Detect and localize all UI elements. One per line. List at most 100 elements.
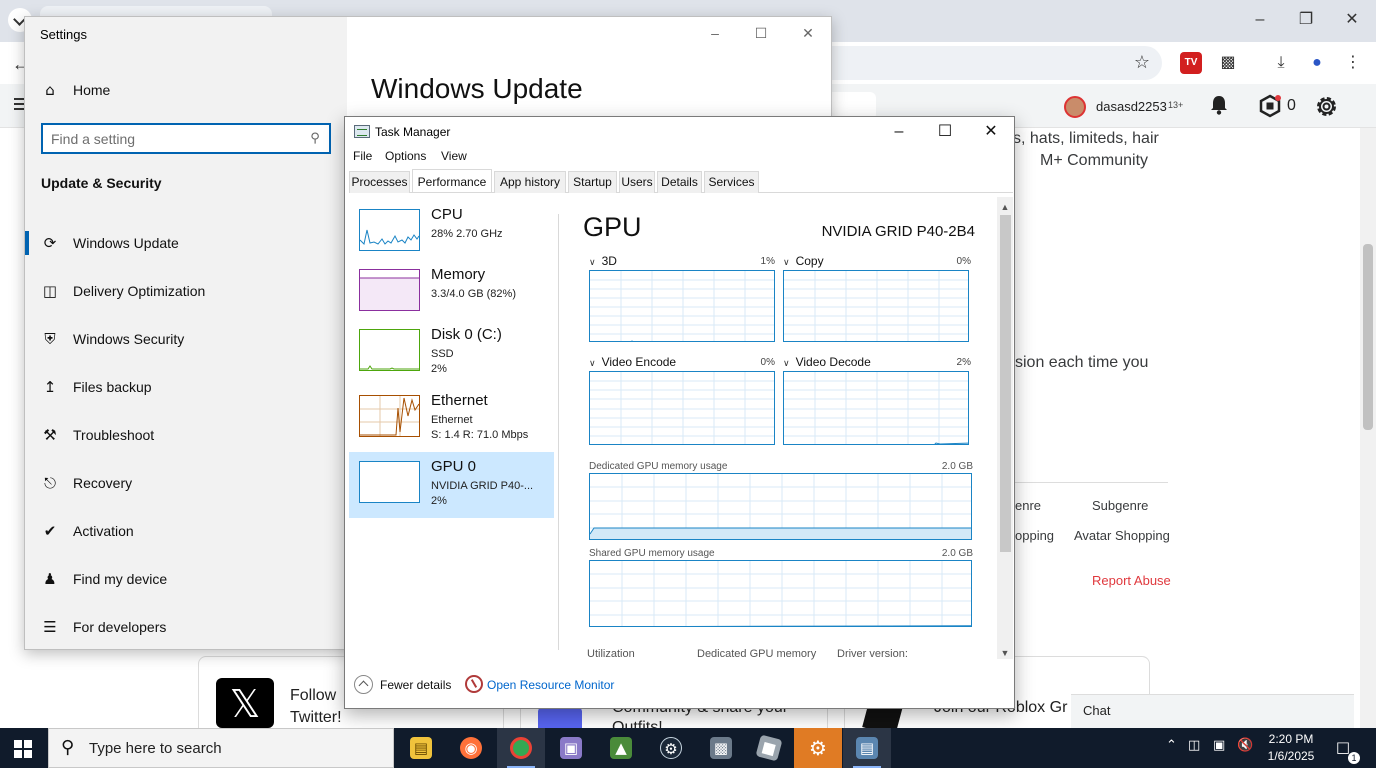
sidebar-item-troubleshoot[interactable]: ⚒ Troubleshoot bbox=[25, 415, 347, 455]
address-bar[interactable]: ☆ bbox=[820, 46, 1162, 80]
search-icon[interactable]: ⚲ bbox=[307, 130, 323, 146]
scroll-up-icon[interactable]: ▲ bbox=[997, 199, 1013, 215]
tm-scrollbar-thumb[interactable] bbox=[1000, 215, 1011, 552]
sidebar-item-files-backup[interactable]: ↥ Files backup bbox=[25, 367, 347, 407]
avatar[interactable] bbox=[1064, 96, 1086, 118]
taskbar-app-file-explorer[interactable]: ▤ bbox=[397, 728, 445, 768]
taskbar-app-task-manager[interactable]: ▤ bbox=[843, 728, 891, 768]
engine-percent: 1% bbox=[760, 256, 775, 267]
browser-restore-icon[interactable]: ❐ bbox=[1296, 10, 1316, 30]
tv-extension-icon[interactable]: TV bbox=[1180, 52, 1202, 74]
sidebar-item-windows-update[interactable]: ⟳ Windows Update bbox=[25, 223, 347, 263]
roblox-settings-gear-icon[interactable] bbox=[1313, 93, 1340, 120]
menu-view[interactable]: View bbox=[441, 149, 467, 163]
gpu-detail-pane: GPU NVIDIA GRID P40-2B4 ∨ 3D 1% ∨ Copy 0% bbox=[583, 194, 975, 660]
tray-overflow-chevron-icon[interactable]: ⌃ bbox=[1166, 738, 1177, 753]
age-tag: 13+ bbox=[1168, 100, 1184, 110]
task-manager-titlebar[interactable]: Task Manager – ☐ ✕ bbox=[345, 117, 1014, 147]
sidebar-item-label: Windows Update bbox=[73, 235, 179, 251]
engine-label: Copy bbox=[795, 254, 824, 268]
taskbar-app-steam[interactable]: ⚙ bbox=[647, 728, 695, 768]
robux-icon[interactable] bbox=[1258, 94, 1282, 118]
engine-selector-3d[interactable]: ∨ 3D bbox=[589, 254, 617, 268]
settings-close-icon[interactable]: ✕ bbox=[798, 25, 818, 43]
perf-item-ethernet[interactable]: Ethernet Ethernet S: 1.4 R: 71.0 Mbps bbox=[349, 386, 554, 452]
engine-selector-video-decode[interactable]: ∨ Video Decode bbox=[783, 355, 871, 369]
genre-value[interactable]: opping bbox=[1015, 528, 1054, 543]
sidebar-item-windows-security[interactable]: ⛨ Windows Security bbox=[25, 319, 347, 359]
engine-selector-video-encode[interactable]: ∨ Video Encode bbox=[589, 355, 676, 369]
gpu-title: GPU bbox=[583, 212, 642, 242]
download-icon[interactable]: ⤓ bbox=[1270, 52, 1292, 74]
browser-menu-icon[interactable]: ⋮ bbox=[1342, 52, 1364, 74]
resource-monitor-icon[interactable] bbox=[465, 675, 483, 693]
sidebar-item-delivery-optimization[interactable]: ◫ Delivery Optimization bbox=[25, 271, 347, 311]
engine-label: Video Encode bbox=[601, 355, 677, 369]
tray-display-icon[interactable]: ◫ bbox=[1188, 738, 1200, 753]
tm-minimize-icon[interactable]: – bbox=[884, 121, 914, 143]
tab-processes[interactable]: Processes bbox=[349, 171, 410, 193]
perf-item-disk[interactable]: Disk 0 (C:) SSD 2% bbox=[349, 320, 554, 386]
settings-sidebar: Settings ⌂ Home ⚲ Update & Security ⟳ Wi… bbox=[25, 17, 347, 649]
graph-grid bbox=[590, 271, 774, 341]
taskbar-app-chrome[interactable] bbox=[497, 728, 545, 768]
tab-startup[interactable]: Startup bbox=[568, 171, 617, 193]
tm-maximize-icon[interactable]: ☐ bbox=[930, 121, 960, 143]
menu-file[interactable]: File bbox=[353, 149, 372, 163]
menu-options[interactable]: Options bbox=[385, 149, 426, 163]
bookmark-star-icon[interactable]: ☆ bbox=[1134, 52, 1150, 73]
perf-item-gpu[interactable]: GPU 0 NVIDIA GRID P40-... 2% bbox=[349, 452, 554, 518]
taskbar-app-store[interactable]: ▣ bbox=[547, 728, 595, 768]
windows-start-icon[interactable] bbox=[14, 740, 32, 758]
sidebar-item-for-developers[interactable]: ☰ For developers bbox=[25, 607, 347, 647]
browser-minimize-icon[interactable]: – bbox=[1250, 10, 1270, 30]
graph-grid bbox=[590, 372, 774, 444]
profile-icon[interactable]: ● bbox=[1306, 52, 1328, 74]
chevron-up-circle-icon[interactable] bbox=[354, 675, 373, 694]
sidebar-item-find-my-device[interactable]: ♟ Find my device bbox=[25, 559, 347, 599]
taskbar-search-box[interactable]: ⚲ Type here to search bbox=[48, 728, 394, 768]
taskbar-app-image-viewer[interactable]: ▲ bbox=[597, 728, 645, 768]
tab-app-history[interactable]: App history bbox=[494, 171, 566, 193]
description-text-line: sion each time you bbox=[1015, 354, 1149, 371]
subgenre-value[interactable]: Avatar Shopping bbox=[1074, 528, 1170, 543]
sidebar-item-label: For developers bbox=[73, 619, 167, 635]
upload-arrow-icon: ↥ bbox=[43, 378, 57, 396]
page-scrollbar-thumb[interactable] bbox=[1363, 244, 1373, 430]
taskbar-app-network[interactable]: ▩ bbox=[697, 728, 745, 768]
open-resource-monitor-link[interactable]: Open Resource Monitor bbox=[487, 678, 614, 692]
tray-network-icon[interactable]: ▣ bbox=[1213, 738, 1225, 753]
chat-bar[interactable]: Chat bbox=[1071, 694, 1354, 728]
taskbar-app-firefox[interactable]: ◉ bbox=[447, 728, 495, 768]
chrome-icon bbox=[510, 737, 532, 759]
fewer-details-link[interactable]: Fewer details bbox=[380, 678, 451, 692]
engine-graph-video-encode bbox=[589, 371, 775, 445]
username-label[interactable]: dasasd2253 bbox=[1096, 99, 1167, 114]
perf-item-cpu[interactable]: CPU 28% 2.70 GHz bbox=[349, 200, 554, 266]
sidebar-item-recovery[interactable]: ⎋ Recovery bbox=[25, 463, 347, 503]
settings-minimize-icon[interactable]: – bbox=[705, 25, 725, 43]
tm-close-icon[interactable]: ✕ bbox=[976, 121, 1006, 143]
report-abuse-link[interactable]: Report Abuse bbox=[1092, 573, 1171, 588]
taskbar-app-settings[interactable]: ⚙ bbox=[794, 728, 842, 768]
settings-maximize-icon[interactable]: ☐ bbox=[751, 25, 771, 43]
tray-volume-muted-icon[interactable]: 🔇 bbox=[1237, 738, 1253, 753]
extensions-puzzle-icon[interactable]: ▩ bbox=[1217, 52, 1239, 74]
settings-gear-icon: ⚙ bbox=[809, 736, 827, 760]
settings-search-box[interactable]: ⚲ bbox=[41, 123, 331, 154]
perf-item-name: GPU 0 bbox=[431, 458, 477, 475]
scroll-down-icon[interactable]: ▼ bbox=[997, 645, 1013, 661]
settings-search-input[interactable] bbox=[51, 129, 301, 149]
browser-close-icon[interactable]: ✕ bbox=[1342, 10, 1362, 30]
tab-services[interactable]: Services bbox=[704, 171, 759, 193]
firefox-icon: ◉ bbox=[460, 737, 482, 759]
tab-users[interactable]: Users bbox=[619, 171, 655, 193]
taskbar-app-roblox[interactable]: ■ bbox=[745, 728, 793, 768]
sidebar-item-activation[interactable]: ✔ Activation bbox=[25, 511, 347, 551]
taskbar-clock[interactable]: 2:20 PM 1/6/2025 bbox=[1258, 731, 1324, 765]
perf-item-memory[interactable]: Memory 3.3/4.0 GB (82%) bbox=[349, 260, 554, 326]
notifications-bell-icon[interactable] bbox=[1208, 94, 1230, 116]
tab-details[interactable]: Details bbox=[657, 171, 702, 193]
tab-performance[interactable]: Performance bbox=[412, 169, 492, 192]
engine-selector-copy[interactable]: ∨ Copy bbox=[783, 254, 824, 268]
